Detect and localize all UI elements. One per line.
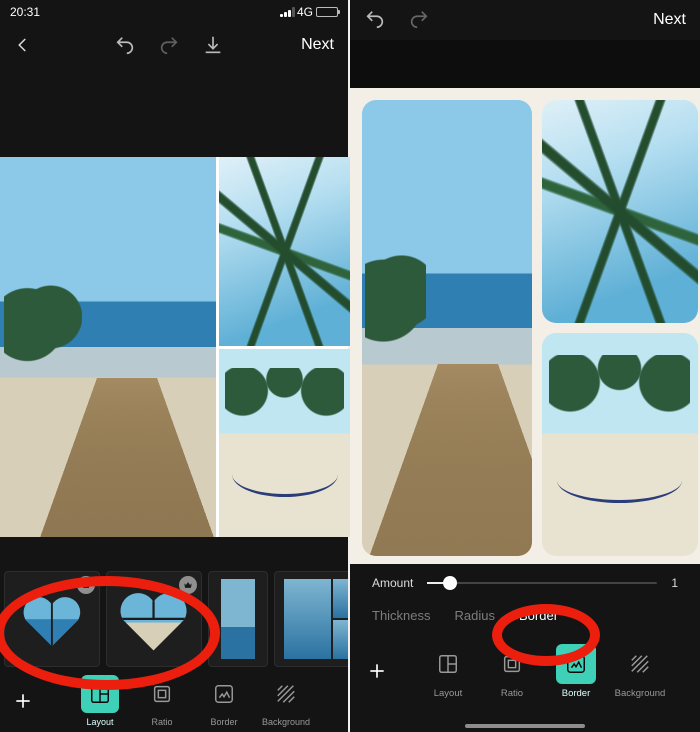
- layout-icon: [428, 644, 468, 684]
- bottom-toolbar: Layout Ratio Border Background: [0, 670, 348, 732]
- template-heart-1[interactable]: [4, 571, 100, 667]
- status-time: 20:31: [10, 5, 40, 19]
- collage-tile-1[interactable]: [0, 157, 216, 537]
- tab-label: Background: [262, 717, 310, 727]
- spacer: [0, 66, 348, 157]
- spacer: [0, 537, 348, 560]
- undo-button[interactable]: [114, 34, 136, 56]
- tab-label: Ratio: [151, 717, 172, 727]
- collage-canvas[interactable]: [0, 157, 348, 537]
- tab-label: Layout: [434, 688, 463, 699]
- template-strip[interactable]: [0, 561, 348, 670]
- template-heart-2[interactable]: [106, 571, 202, 667]
- status-right: 4G: [280, 5, 338, 19]
- back-button[interactable]: [14, 36, 36, 54]
- home-indicator[interactable]: [465, 724, 585, 728]
- tab-border[interactable]: Border: [547, 644, 605, 699]
- add-button[interactable]: [8, 686, 38, 716]
- border-icon: [205, 675, 243, 713]
- opt-border[interactable]: Border: [519, 608, 558, 634]
- tab-label: Layout: [86, 717, 113, 727]
- template-vertical[interactable]: [208, 571, 268, 667]
- tab-layout[interactable]: Layout: [419, 644, 477, 699]
- tab-background[interactable]: Background: [611, 644, 669, 699]
- top-nav: Next: [350, 0, 700, 40]
- bottom-toolbar: Layout Ratio Border Background: [350, 634, 700, 708]
- battery-icon: [316, 7, 338, 17]
- collage-canvas[interactable]: [350, 88, 700, 564]
- ratio-icon: [492, 644, 532, 684]
- tab-label: Ratio: [501, 688, 523, 699]
- slider-thumb[interactable]: [443, 576, 457, 590]
- tab-label: Background: [615, 688, 666, 699]
- next-button[interactable]: Next: [301, 36, 334, 54]
- tab-layout[interactable]: Layout: [72, 675, 128, 727]
- slider-label: Amount: [372, 576, 413, 590]
- download-button[interactable]: [202, 34, 224, 56]
- collage-tile-2[interactable]: [219, 157, 351, 346]
- redo-button[interactable]: [158, 34, 180, 56]
- opt-thickness[interactable]: Thickness: [372, 608, 431, 634]
- phone-screen-right: Next Amount 1 Thickness Radius Border La…: [350, 0, 700, 732]
- layout-icon: [81, 675, 119, 713]
- opt-radius[interactable]: Radius: [455, 608, 495, 634]
- tab-border[interactable]: Border: [196, 675, 252, 727]
- background-icon: [620, 644, 660, 684]
- background-icon: [267, 675, 305, 713]
- status-network: 4G: [297, 5, 313, 19]
- collage-tile-3[interactable]: [542, 333, 698, 556]
- border-icon: [556, 644, 596, 684]
- next-button[interactable]: Next: [653, 11, 686, 29]
- signal-icon: [280, 7, 294, 17]
- ratio-icon: [143, 675, 181, 713]
- tab-label: Border: [210, 717, 237, 727]
- amount-slider-row: Amount 1: [350, 564, 700, 602]
- status-bar: 20:31 4G: [0, 0, 348, 23]
- template-grid[interactable]: [274, 571, 348, 667]
- phone-screen-left: 20:31 4G Next: [0, 0, 348, 732]
- top-nav: Next: [0, 23, 348, 66]
- collage-tile-3[interactable]: [219, 349, 351, 538]
- border-suboptions: Thickness Radius Border: [350, 602, 700, 634]
- tab-ratio[interactable]: Ratio: [134, 675, 190, 727]
- slider-value: 1: [671, 576, 678, 590]
- redo-button[interactable]: [408, 8, 430, 33]
- tab-background[interactable]: Background: [258, 675, 314, 727]
- collage-tile-1[interactable]: [362, 100, 532, 556]
- tab-ratio[interactable]: Ratio: [483, 644, 541, 699]
- spacer: [350, 40, 700, 88]
- undo-button[interactable]: [364, 8, 386, 33]
- add-button[interactable]: [362, 656, 392, 686]
- tab-label: Border: [562, 688, 591, 699]
- amount-slider[interactable]: [427, 582, 657, 584]
- collage-tile-2[interactable]: [542, 100, 698, 323]
